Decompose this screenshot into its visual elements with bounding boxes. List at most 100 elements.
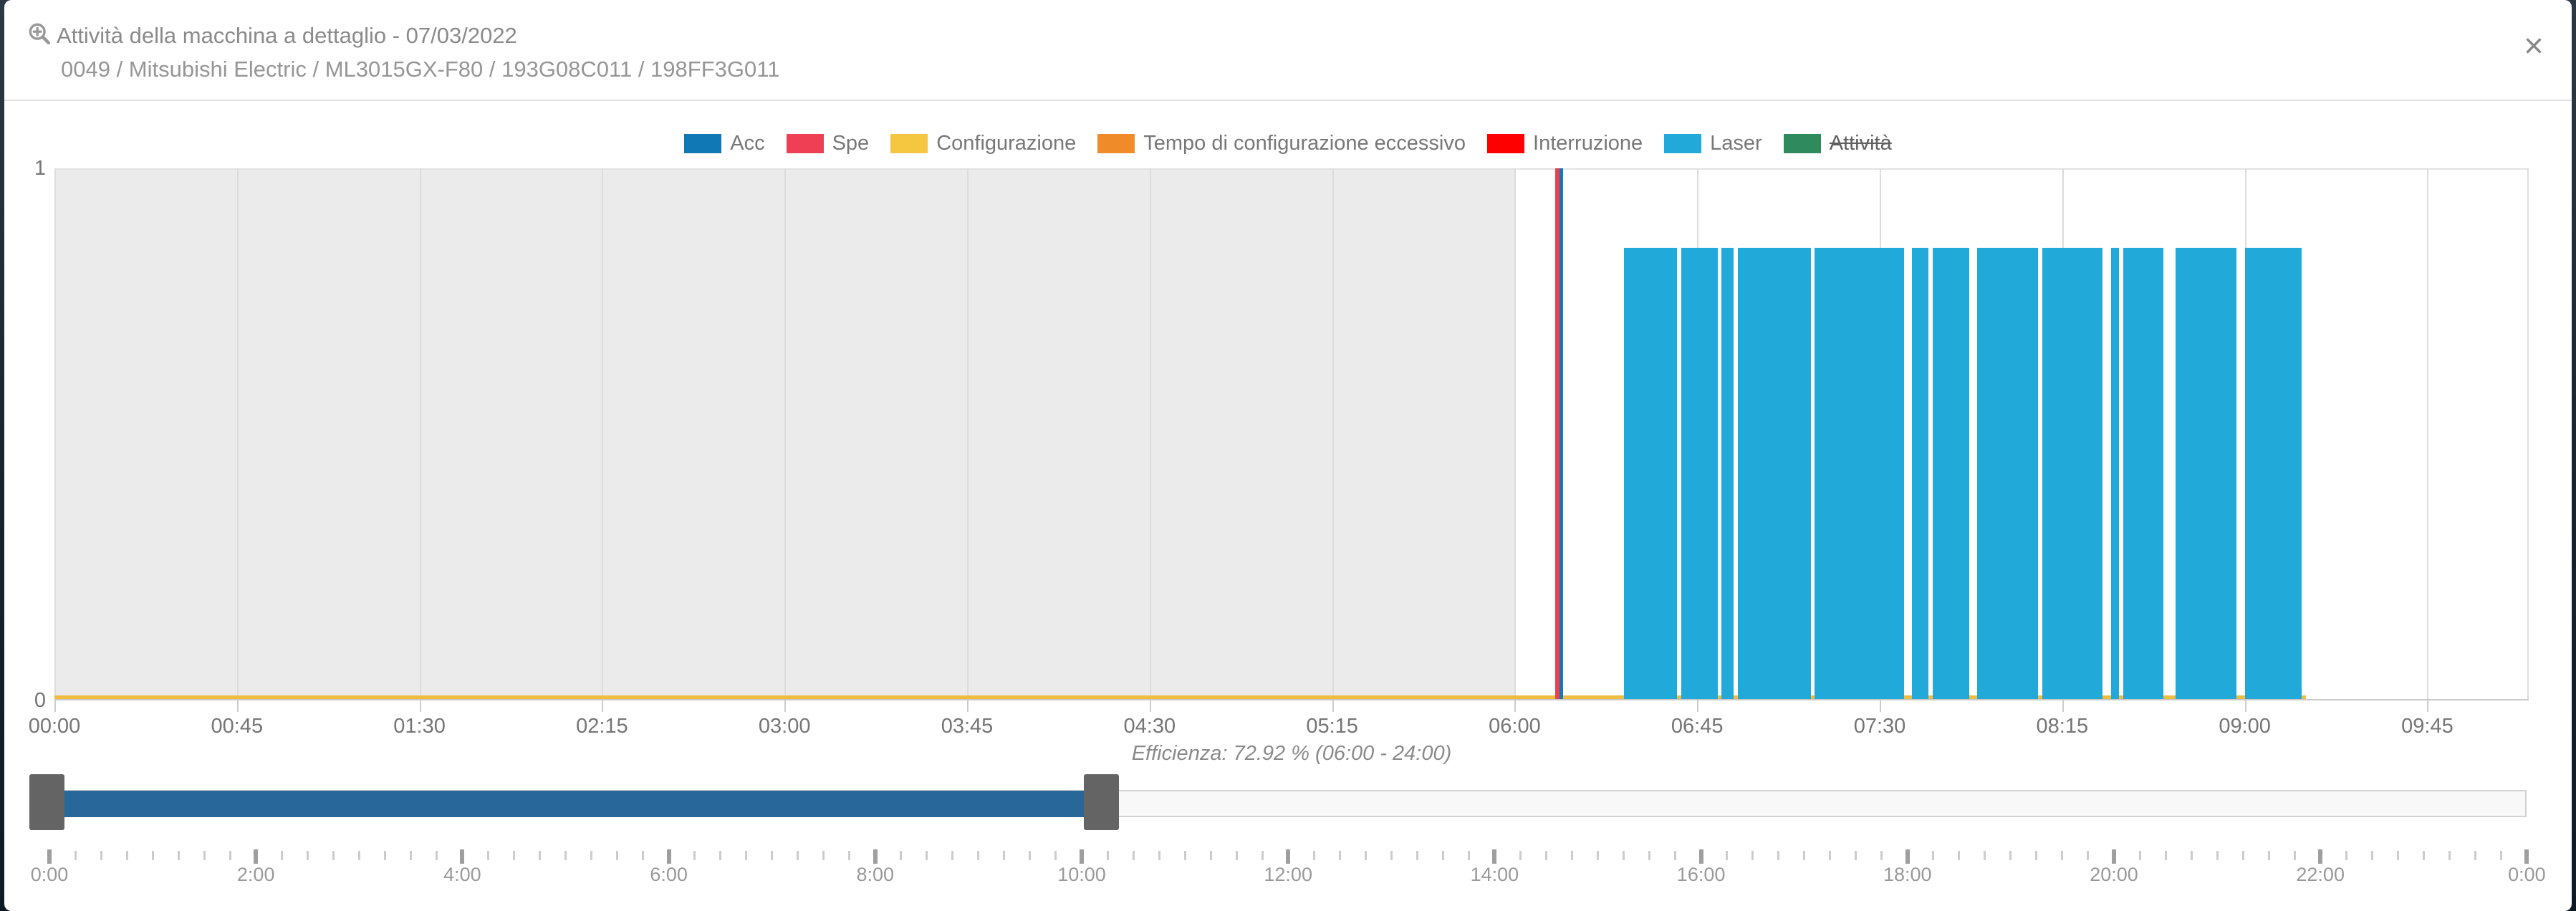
ruler-tick (1803, 851, 1805, 860)
ruler-tick (1107, 851, 1109, 860)
acc-bar (1559, 168, 1564, 700)
x-tick-label: 00:00 (11, 715, 97, 738)
laser-bar (1912, 248, 1928, 700)
grid-line (1150, 168, 1151, 700)
legend-swatch-icon (1487, 134, 1524, 153)
machine-identifier: 0049 / Mitsubishi Electric / ML3015GX-F8… (61, 57, 779, 82)
legend-item-label: Configurazione (936, 132, 1076, 155)
ruler-tick (281, 851, 283, 860)
laser-bar (1977, 248, 2038, 700)
ruler-tick (1313, 851, 1315, 860)
ruler-tick (1597, 851, 1599, 860)
ruler-tick (1054, 851, 1057, 860)
ruler-tick (719, 851, 721, 860)
ruler-tick (1855, 851, 1857, 860)
ruler-tick (1674, 851, 1676, 860)
ruler-tick (487, 851, 489, 860)
laser-bar (1933, 248, 1969, 700)
ruler-tick (642, 851, 644, 860)
ruler-tick (229, 851, 231, 860)
legend-item-spe[interactable]: Spe (787, 132, 870, 155)
ruler-tick (616, 851, 618, 860)
ruler-tick (1210, 851, 1212, 860)
ruler-tick (745, 851, 747, 860)
ruler-tick (2035, 851, 2037, 860)
ruler-tick (1365, 851, 1367, 860)
ruler-tick (2423, 851, 2425, 860)
axis-tick (967, 700, 969, 712)
ruler-tick (2112, 849, 2116, 864)
efficiency-note: Efficienza: 72.92 % (06:00 - 24:00) (54, 742, 2529, 766)
ruler-tick (178, 851, 180, 860)
range-slider-handle-left[interactable] (29, 774, 64, 830)
ruler-tick (1236, 851, 1238, 860)
range-slider-handle-right[interactable] (1084, 774, 1119, 830)
ruler-tick (1416, 851, 1418, 860)
ruler-tick-label: 14:00 (1455, 864, 1534, 886)
legend-item-laser[interactable]: Laser (1664, 132, 1762, 155)
legend-item-label: Laser (1710, 132, 1762, 155)
legend-item-tempo-di-configurazione-eccessivo[interactable]: Tempo di configurazione eccessivo (1097, 132, 1466, 155)
ruler-tick-label: 16:00 (1662, 864, 1741, 886)
ruler-tick (1442, 851, 1444, 860)
axis-tick (1514, 700, 1516, 712)
ruler-tick (1158, 851, 1160, 860)
ruler-tick-label: 2:00 (216, 864, 295, 886)
x-tick-label: 05:15 (1289, 715, 1375, 738)
ruler-tick (1261, 851, 1264, 860)
ruler-tick (75, 851, 77, 860)
laser-bar (1681, 248, 1718, 700)
ruler-tick (126, 851, 128, 860)
legend-swatch-icon (1664, 134, 1701, 153)
grid-line (1332, 168, 1334, 700)
ruler-tick (513, 851, 515, 860)
legend-item-acc[interactable]: Acc (684, 132, 764, 155)
ruler-tick (2524, 849, 2529, 864)
x-tick-label: 00:45 (194, 715, 280, 738)
axis-tick (784, 700, 786, 712)
laser-bar (2111, 248, 2119, 700)
legend-item-interruzione[interactable]: Interruzione (1487, 132, 1643, 155)
ruler-tick (2500, 851, 2502, 860)
legend-item-attivit-[interactable]: Attività (1784, 132, 1892, 155)
axis-tick (1150, 700, 1151, 712)
ruler-tick (203, 851, 206, 860)
x-tick-label: 01:30 (377, 715, 463, 738)
ruler-tick (2242, 851, 2244, 860)
legend-item-label: Acc (730, 132, 764, 155)
x-axis-line (54, 699, 2529, 700)
ruler-tick (1829, 851, 1831, 860)
ruler-tick (1958, 851, 1960, 860)
chart-top-gridline (54, 168, 2529, 170)
ruler-tick (797, 851, 799, 860)
range-slider-selection[interactable] (64, 791, 1084, 817)
legend-item-label: Spe (832, 132, 870, 155)
ruler-tick (2371, 851, 2373, 860)
axis-tick (420, 700, 421, 712)
x-tick-label: 04:30 (1107, 715, 1193, 738)
y-tick-label: 0 (4, 689, 46, 713)
close-button[interactable]: × (2516, 29, 2552, 64)
ruler-tick (47, 849, 52, 864)
grid-line (784, 168, 786, 700)
page-title: Attività della macchina a dettaglio - 07… (57, 23, 517, 49)
laser-bar (2176, 248, 2236, 700)
x-tick-label: 03:45 (924, 715, 1010, 738)
x-tick-label: 06:45 (1654, 715, 1740, 738)
ruler-tick-label: 4:00 (423, 864, 501, 886)
laser-bar (2123, 248, 2164, 700)
x-tick-label: 06:00 (1471, 715, 1557, 738)
ruler-tick-label: 0:00 (2487, 864, 2566, 886)
ruler-tick (1648, 851, 1650, 860)
axis-tick (2062, 700, 2064, 712)
laser-bar (1721, 248, 1734, 700)
ruler-tick-label: 18:00 (1868, 864, 1947, 886)
x-tick-label: 08:15 (2019, 715, 2105, 738)
legend-swatch-icon (787, 134, 824, 153)
ruler-tick-label: 20:00 (2075, 864, 2153, 886)
legend-item-configurazione[interactable]: Configurazione (890, 132, 1076, 155)
ruler-tick (1932, 851, 1934, 860)
ruler-tick (1880, 851, 1883, 860)
ruler-tick (436, 851, 438, 860)
ruler-tick (822, 851, 825, 860)
